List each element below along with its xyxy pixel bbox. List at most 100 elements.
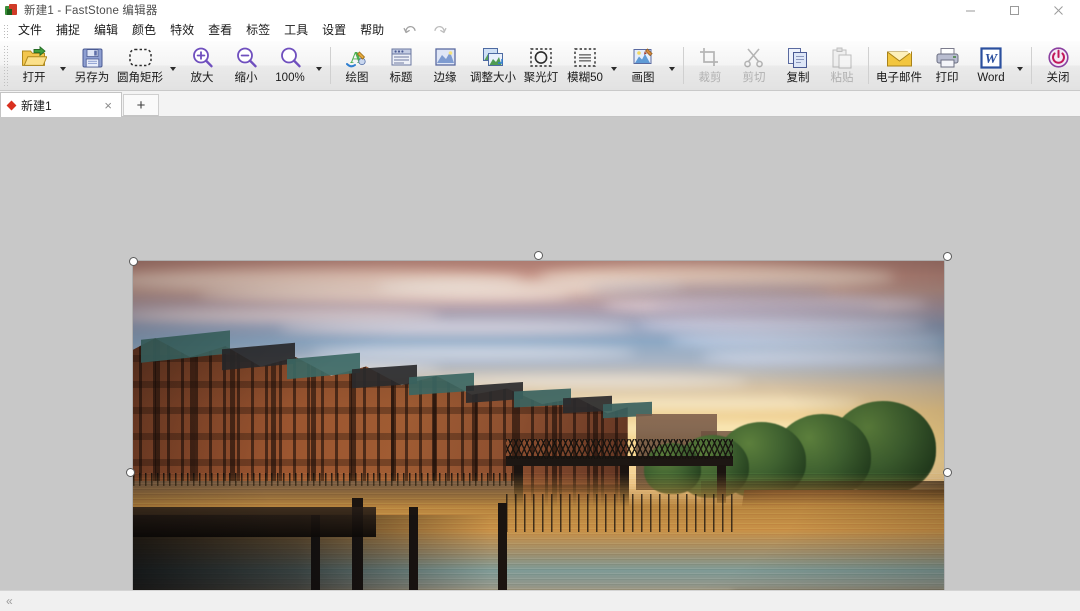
printer-icon xyxy=(935,45,960,70)
word-button[interactable]: W Word xyxy=(969,41,1013,90)
close-icon[interactable] xyxy=(1036,0,1080,20)
zoom-in-button[interactable]: 放大 xyxy=(180,41,224,90)
crop-button[interactable]: 裁剪 xyxy=(688,41,732,90)
toolbar-separator-3 xyxy=(868,47,869,84)
menu-item-settings[interactable]: 设置 xyxy=(315,21,353,41)
image-selection-frame[interactable] xyxy=(133,261,944,590)
zoom-actual-dropdown-caret[interactable] xyxy=(312,66,326,71)
print-button-label: 打印 xyxy=(935,72,959,84)
paint-button-label: 画图 xyxy=(631,72,655,84)
resize-handle-top-left[interactable] xyxy=(129,257,138,266)
paste-button[interactable]: 粘贴 xyxy=(820,41,864,90)
close-image-button-label: 关闭 xyxy=(1046,72,1070,84)
paint-dropdown-caret[interactable] xyxy=(665,66,679,71)
cut-button-label: 剪切 xyxy=(742,72,766,84)
new-tab-plus-icon[interactable]: + xyxy=(123,94,159,116)
email-button[interactable]: 电子邮件 xyxy=(873,41,925,90)
window-controls xyxy=(948,0,1080,20)
status-bar: « xyxy=(0,590,1080,611)
resize-button[interactable]: 调整大小 xyxy=(467,41,519,90)
menu-item-capture[interactable]: 捕捉 xyxy=(49,21,87,41)
word-button-label: Word xyxy=(977,72,1005,84)
crop-button-label: 裁剪 xyxy=(698,72,722,84)
save-as-button-label: 另存为 xyxy=(74,72,110,84)
blur-button-label: 模糊50 xyxy=(567,72,603,84)
resize-handle-middle-left[interactable] xyxy=(126,468,135,477)
email-envelope-icon xyxy=(886,45,913,70)
crop-icon xyxy=(699,45,721,70)
menu-item-file[interactable]: 文件 xyxy=(11,21,49,41)
draw-icon: A xyxy=(345,45,369,70)
rounded-rect-button[interactable]: 圆角矩形 xyxy=(114,41,166,90)
open-dropdown-caret[interactable] xyxy=(56,66,70,71)
window-title: 新建1 - FastStone 编辑器 xyxy=(24,5,158,17)
save-floppy-icon xyxy=(81,45,104,70)
draw-button[interactable]: A 绘图 xyxy=(335,41,379,90)
blur-dropdown-caret[interactable] xyxy=(607,66,621,71)
word-icon: W xyxy=(980,45,1002,70)
zoom-out-button[interactable]: 缩小 xyxy=(224,41,268,90)
zoom-in-icon xyxy=(191,45,214,70)
word-dropdown-caret[interactable] xyxy=(1013,66,1027,71)
redo-icon[interactable] xyxy=(432,25,447,36)
image-canvas-area[interactable] xyxy=(0,117,1080,590)
toolbar-separator-4 xyxy=(1031,47,1032,84)
blur-button[interactable]: 模糊50 xyxy=(563,41,607,90)
svg-text:W: W xyxy=(985,52,999,67)
hamburg-speicherstadt-sunset-image[interactable] xyxy=(133,261,944,590)
spotlight-button[interactable]: 聚光灯 xyxy=(519,41,563,90)
title-bar: 新建1 - FastStone 编辑器 xyxy=(0,0,1080,20)
toolbar-grip-handle[interactable] xyxy=(2,45,10,86)
copy-icon xyxy=(787,45,809,70)
paint-button[interactable]: 画图 xyxy=(621,41,665,90)
menu-item-help[interactable]: 帮助 xyxy=(353,21,391,41)
menu-grip-handle[interactable] xyxy=(2,23,9,38)
save-as-button[interactable]: 另存为 xyxy=(70,41,114,90)
tab-close-icon[interactable]: × xyxy=(99,99,117,112)
tab-bar: 新建1 × + xyxy=(0,91,1080,117)
zoom-actual-icon xyxy=(279,45,302,70)
caption-button-label: 标题 xyxy=(389,72,413,84)
zoom-in-button-label: 放大 xyxy=(190,72,214,84)
undo-icon[interactable] xyxy=(403,25,418,36)
zoom-out-button-label: 缩小 xyxy=(234,72,258,84)
menu-item-tags[interactable]: 标签 xyxy=(239,21,277,41)
resize-handle-top-right[interactable] xyxy=(943,252,952,261)
menu-item-color[interactable]: 颜色 xyxy=(125,21,163,41)
zoom-out-icon xyxy=(235,45,258,70)
menu-item-view[interactable]: 查看 xyxy=(201,21,239,41)
tab-new1[interactable]: 新建1 × xyxy=(0,92,122,117)
resize-handle-top-center[interactable] xyxy=(534,251,543,260)
close-image-button[interactable]: 关闭 xyxy=(1036,41,1080,90)
maximize-icon[interactable] xyxy=(992,0,1036,20)
menu-item-tools[interactable]: 工具 xyxy=(277,21,315,41)
draw-button-label: 绘图 xyxy=(345,72,369,84)
caption-button[interactable]: 标题 xyxy=(379,41,423,90)
minimize-icon[interactable] xyxy=(948,0,992,20)
spotlight-button-label: 聚光灯 xyxy=(523,72,559,84)
edge-button[interactable]: 边缘 xyxy=(423,41,467,90)
open-button-label: 打开 xyxy=(22,72,46,84)
rounded-rect-dropdown-caret[interactable] xyxy=(166,66,180,71)
copy-button[interactable]: 复制 xyxy=(776,41,820,90)
power-close-icon xyxy=(1047,45,1070,70)
scissors-icon xyxy=(743,45,765,70)
edge-button-label: 边缘 xyxy=(433,72,457,84)
spotlight-icon xyxy=(529,45,553,70)
toolbar-separator-1 xyxy=(330,47,331,84)
open-button[interactable]: 打开 xyxy=(12,41,56,90)
zoom-actual-button[interactable]: 100% xyxy=(268,41,312,90)
paste-button-label: 粘贴 xyxy=(830,72,854,84)
cut-button[interactable]: 剪切 xyxy=(732,41,776,90)
modified-indicator-icon xyxy=(6,100,17,110)
paste-icon xyxy=(831,45,853,70)
toolbar-separator-2 xyxy=(683,47,684,84)
collapse-panel-icon[interactable]: « xyxy=(0,595,19,607)
paint-icon xyxy=(632,45,655,70)
menu-item-edit[interactable]: 编辑 xyxy=(87,21,125,41)
menu-item-effects[interactable]: 特效 xyxy=(163,21,201,41)
resize-handle-middle-right[interactable] xyxy=(943,468,952,477)
print-button[interactable]: 打印 xyxy=(925,41,969,90)
zoom-actual-button-label: 100% xyxy=(275,72,305,84)
copy-button-label: 复制 xyxy=(786,72,810,84)
